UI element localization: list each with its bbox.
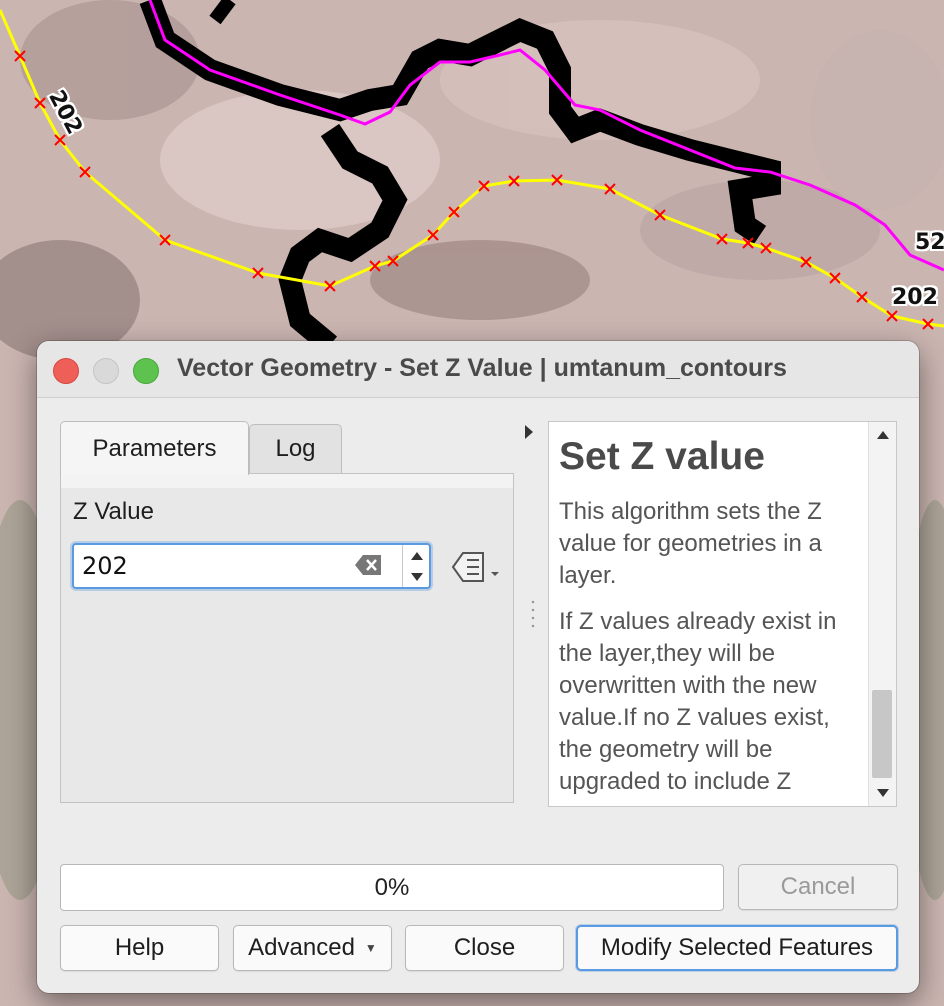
spin-buttons — [402, 545, 430, 587]
cancel-button[interactable]: Cancel — [738, 864, 898, 910]
tab-log[interactable]: Log — [249, 424, 342, 473]
scroll-down-icon[interactable] — [869, 780, 896, 806]
clear-text-icon[interactable] — [354, 552, 384, 578]
scroll-up-icon[interactable] — [869, 422, 896, 448]
splitter-handle[interactable] — [531, 598, 535, 634]
dialog-title: Vector Geometry - Set Z Value | umtanum_… — [177, 354, 787, 382]
tab-parameters[interactable]: Parameters — [60, 421, 249, 475]
panel-header-strip — [61, 474, 513, 488]
progress-bar: 0% — [60, 864, 724, 911]
contour-label: 202 — [892, 285, 938, 310]
help-paragraph: If Z values already exist in the layer,t… — [559, 608, 837, 795]
window-close-button[interactable] — [53, 358, 79, 384]
window-zoom-button[interactable] — [133, 358, 159, 384]
scroll-thumb[interactable] — [872, 690, 892, 778]
z-value-spinbox[interactable] — [72, 543, 431, 589]
help-scrollbar[interactable] — [868, 422, 896, 806]
parameters-panel: Z Value — [60, 473, 514, 803]
advanced-button-label: Advanced — [248, 934, 355, 961]
z-value-label: Z Value — [73, 498, 154, 525]
z-value-input[interactable] — [82, 550, 342, 582]
help-content: Set Z value This algorithm sets the Z va… — [559, 422, 869, 798]
modify-selected-features-button[interactable]: Modify Selected Features — [576, 925, 898, 971]
help-panel: Set Z value This algorithm sets the Z va… — [548, 421, 897, 807]
help-button[interactable]: Help — [60, 925, 219, 971]
data-defined-override-icon[interactable] — [447, 547, 501, 587]
chevron-down-icon: ▼ — [364, 941, 377, 955]
set-z-value-dialog: Vector Geometry - Set Z Value | umtanum_… — [37, 341, 919, 993]
title-bar[interactable]: Vector Geometry - Set Z Value | umtanum_… — [37, 341, 919, 398]
close-button[interactable]: Close — [405, 925, 564, 971]
collapse-arrow-icon[interactable] — [523, 424, 535, 440]
window-minimize-button[interactable] — [93, 358, 119, 384]
contour-label: 52 — [915, 230, 944, 255]
advanced-button[interactable]: Advanced ▼ — [233, 925, 392, 971]
help-title: Set Z value — [559, 435, 765, 478]
spin-up-icon[interactable] — [403, 545, 430, 566]
help-paragraph: This algorithm sets the Z value for geom… — [559, 498, 822, 589]
spin-down-icon[interactable] — [403, 566, 430, 587]
